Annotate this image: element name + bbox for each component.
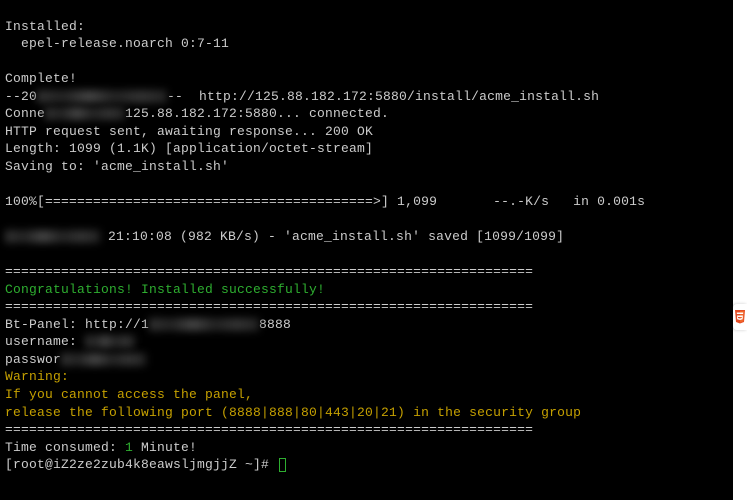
cursor-icon[interactable] xyxy=(279,458,286,472)
success-message: Congratulations! Installed successfully! xyxy=(5,282,325,297)
output-line: 21:10:08 (982 KB/s) - 'acme_install.sh' … xyxy=(108,229,564,244)
panel-url-line: Bt-Panel: http://1 xyxy=(5,317,149,332)
output-line: 125.88.182.172:5880... connected. xyxy=(125,106,389,121)
output-line: epel-release.noarch 0:7-11 xyxy=(5,36,229,51)
password-line: passwor xyxy=(5,352,61,367)
time-suffix: Minute! xyxy=(133,440,197,455)
redacted-block xyxy=(45,107,125,120)
html5-badge-icon xyxy=(733,304,747,330)
divider-line: ========================================… xyxy=(5,299,533,314)
redacted-block xyxy=(85,335,135,348)
redacted-block xyxy=(149,318,259,331)
terminal-window[interactable]: Installed: epel-release.noarch 0:7-11 Co… xyxy=(0,0,733,500)
time-value: 1 xyxy=(125,440,133,455)
username-line: username: xyxy=(5,334,85,349)
output-line: Installed: xyxy=(5,19,85,34)
warning-label: Warning: xyxy=(5,369,69,384)
output-line: Length: 1099 (1.1K) [application/octet-s… xyxy=(5,141,373,156)
panel-port: 8888 xyxy=(259,317,291,332)
output-line: Conne xyxy=(5,106,45,121)
output-line: Saving to: 'acme_install.sh' xyxy=(5,159,229,174)
warning-text: release the following port (8888|888|80|… xyxy=(5,405,581,420)
warning-text: If you cannot access the panel, xyxy=(5,387,253,402)
output-line: HTTP request sent, awaiting response... … xyxy=(5,124,373,139)
redacted-block xyxy=(61,353,146,366)
output-line: Complete! xyxy=(5,71,77,86)
output-line: -- http://125.88.182.172:5880/install/ac… xyxy=(167,89,599,104)
progress-bar: 100%[===================================… xyxy=(5,194,645,209)
redacted-block xyxy=(37,90,167,103)
divider-line: ========================================… xyxy=(5,264,533,279)
redacted-block xyxy=(5,230,100,243)
html5-icon xyxy=(734,310,746,324)
output-line: --20 xyxy=(5,89,37,104)
time-consumed-line: Time consumed: xyxy=(5,440,125,455)
divider-line: ========================================… xyxy=(5,422,533,437)
shell-prompt: [root@iZ2ze2zub4k8eawsljmgjjZ ~]# xyxy=(5,457,277,472)
